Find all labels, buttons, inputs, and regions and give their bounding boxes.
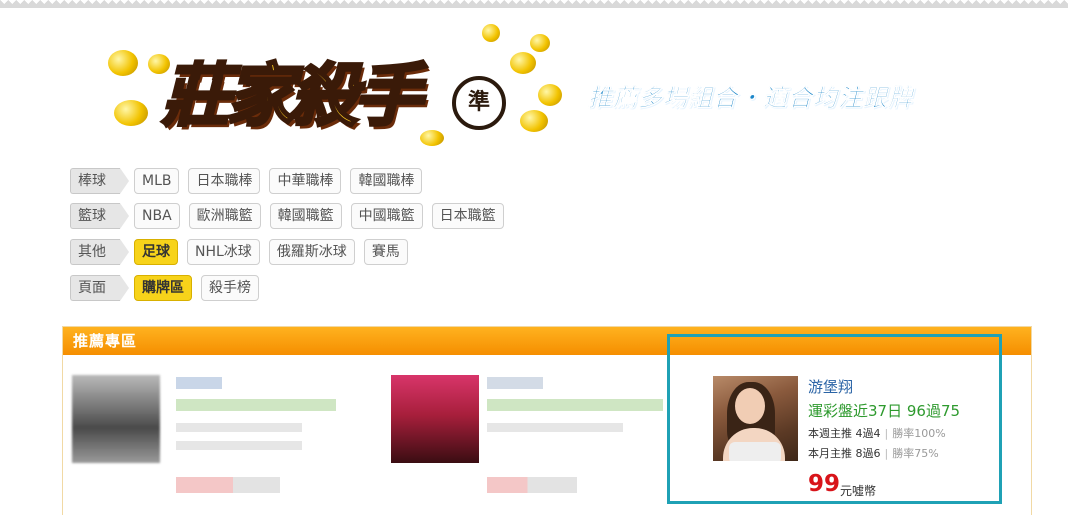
blurred-name <box>176 377 222 389</box>
tag-kbl[interactable]: 韓國職籃 <box>269 203 342 229</box>
tag-mlb[interactable]: MLB <box>134 168 180 194</box>
monthly-stat: 本月主推 8過6 | 勝率75% <box>808 447 939 460</box>
blurred-price <box>487 477 577 493</box>
coin-icon <box>520 110 548 132</box>
price-value[interactable]: 99 <box>808 471 840 497</box>
blurred-record <box>487 399 663 411</box>
row-label: 其他 <box>70 239 129 265</box>
blurred-record <box>176 399 336 411</box>
monthly-rate: 勝率75% <box>892 447 939 460</box>
tag-cba[interactable]: 中國職籃 <box>350 203 423 229</box>
site-logo[interactable]: 莊家殺手 準 <box>100 22 580 154</box>
coin-icon <box>114 100 148 126</box>
price-unit: 元噓幣 <box>840 484 877 498</box>
tag-nhl[interactable]: NHL冰球 <box>187 239 260 265</box>
tag-euroleague[interactable]: 歐洲職籃 <box>188 203 261 229</box>
coin-icon <box>482 24 500 42</box>
monthly-label: 本月主推 8過6 <box>808 447 881 460</box>
tag-purchase-area[interactable]: 購牌區 <box>134 275 192 301</box>
coin-icon <box>108 50 138 76</box>
coin-icon <box>420 130 444 146</box>
row-label: 頁面 <box>70 275 129 301</box>
tipster-record: 運彩盤近37日 96過75 <box>808 402 961 420</box>
tag-horse-racing[interactable]: 賽馬 <box>363 239 408 265</box>
avatar[interactable] <box>391 375 479 463</box>
avatar[interactable] <box>72 375 160 463</box>
tag-cpbl[interactable]: 中華職棒 <box>269 168 342 194</box>
recommend-card-blurred[interactable] <box>72 375 372 505</box>
tipster-avatar[interactable] <box>713 376 798 461</box>
site-slogan: 推薦多場組合・適合均注跟牌 <box>588 84 913 113</box>
tag-killer-ranking[interactable]: 殺手榜 <box>201 275 259 301</box>
tag-soccer[interactable]: 足球 <box>134 239 178 265</box>
tipster-name[interactable]: 游堡翔 <box>808 376 853 397</box>
blurred-name <box>487 377 543 389</box>
weekly-label: 本週主推 4過4 <box>808 427 881 440</box>
recommend-card-blurred[interactable] <box>391 375 691 505</box>
coin-icon <box>538 84 562 106</box>
tag-khl[interactable]: 俄羅斯冰球 <box>268 239 355 265</box>
category-row-baseball: 棒球 MLB 日本職棒 中華職棒 韓國職棒 <box>70 168 431 194</box>
category-row-basketball: 籃球 NBA 歐洲職籃 韓國職籃 中國職籃 日本職籃 <box>70 203 513 229</box>
blurred-stat <box>176 423 302 432</box>
blurred-stat <box>176 441 302 450</box>
logo-text: 莊家殺手 <box>160 55 423 138</box>
tag-npb[interactable]: 日本職棒 <box>188 168 261 194</box>
tag-kbo[interactable]: 韓國職棒 <box>350 168 423 194</box>
coin-icon <box>530 34 550 52</box>
logo-badge: 準 <box>452 76 506 130</box>
row-label: 棒球 <box>70 168 129 194</box>
category-row-other: 其他 足球 NHL冰球 俄羅斯冰球 賽馬 <box>70 239 417 265</box>
page-top-border <box>0 0 1068 8</box>
coin-icon <box>510 52 536 74</box>
weekly-rate: 勝率100% <box>892 427 946 440</box>
category-row-page: 頁面 購牌區 殺手榜 <box>70 275 268 301</box>
weekly-stat: 本週主推 4過4 | 勝率100% <box>808 427 946 440</box>
blurred-stat <box>487 423 623 432</box>
tag-nba[interactable]: NBA <box>134 203 180 229</box>
blurred-price <box>176 477 280 493</box>
row-label: 籃球 <box>70 203 129 229</box>
tag-bleague[interactable]: 日本職籃 <box>431 203 504 229</box>
